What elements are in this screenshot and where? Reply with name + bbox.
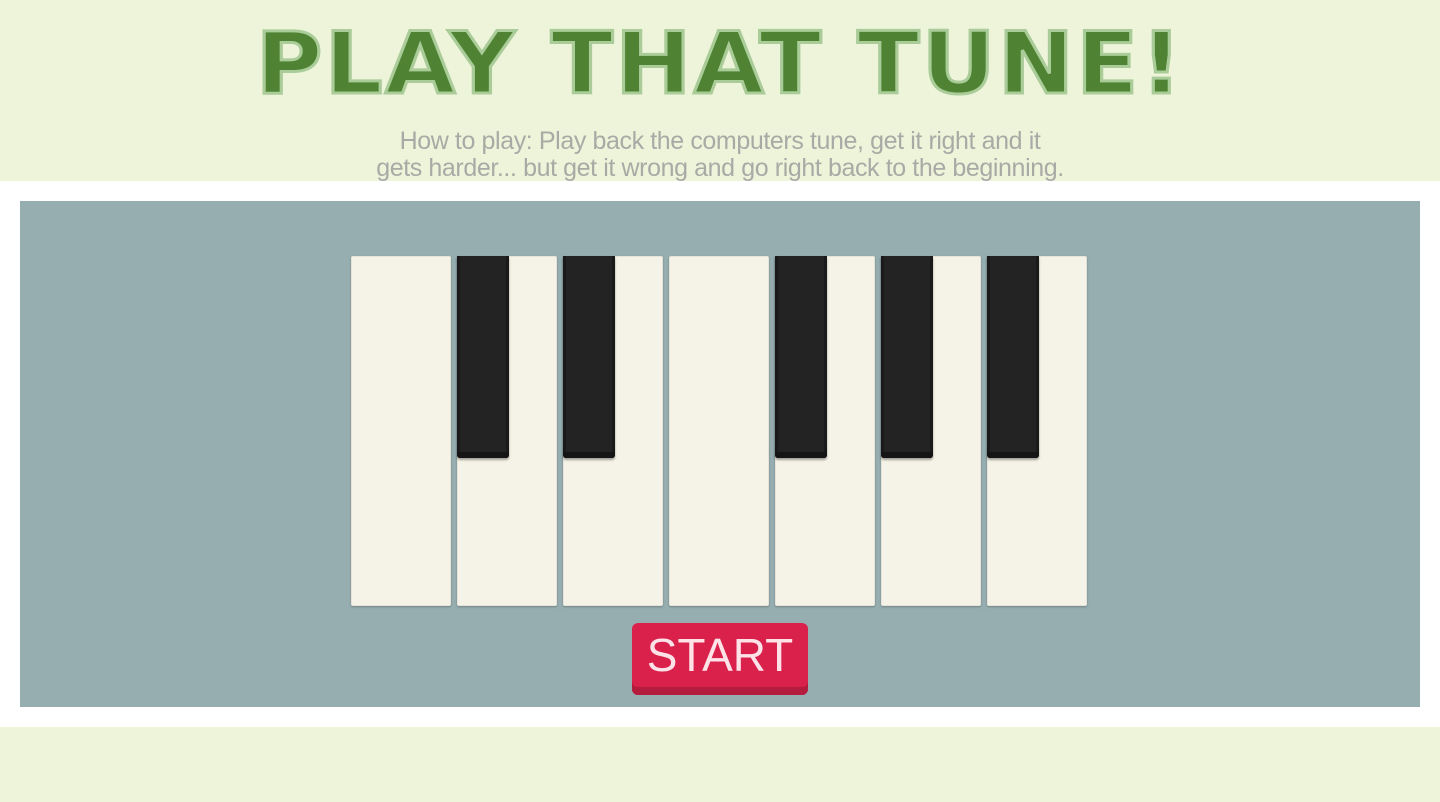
- black-key-2[interactable]: [563, 256, 615, 458]
- instructions-line-1: How to play: Play back the computers tun…: [399, 127, 1041, 155]
- instructions-line-2: gets harder... but get it wrong and go r…: [376, 154, 1064, 182]
- black-key-3[interactable]: [775, 256, 827, 458]
- white-key-1[interactable]: [351, 256, 451, 606]
- header: PLAY THAT TUNE! How to play: Play back t…: [0, 0, 1440, 182]
- black-key-4[interactable]: [881, 256, 933, 458]
- footer: [0, 727, 1440, 802]
- white-key-4[interactable]: [669, 256, 769, 606]
- black-key-5[interactable]: [987, 256, 1039, 458]
- piano-keyboard: [351, 256, 1091, 608]
- start-button[interactable]: START: [632, 623, 808, 695]
- page-title: PLAY THAT TUNE!: [254, 13, 1185, 116]
- black-key-1[interactable]: [457, 256, 509, 458]
- instructions-text: How to play: Play back the computers tun…: [320, 128, 1120, 182]
